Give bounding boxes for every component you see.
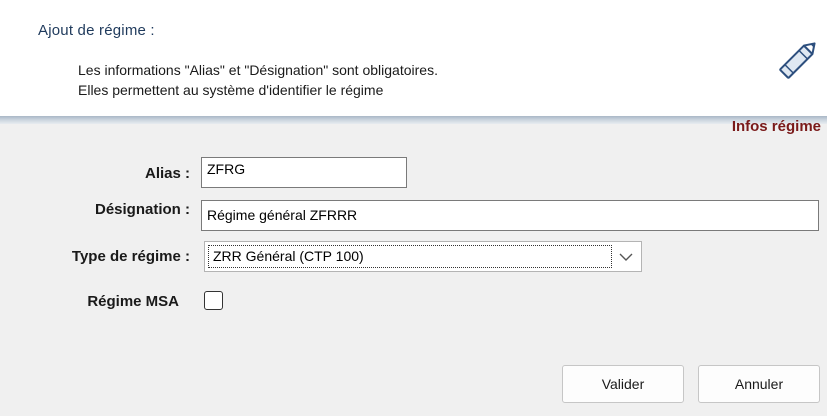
header-info-line-2: Elles permettent au système d'identifier… (78, 82, 384, 98)
section-label: Infos régime (731, 118, 821, 135)
designation-input[interactable]: Régime général ZFRRR (201, 200, 819, 231)
msa-checkbox[interactable] (204, 291, 223, 310)
validate-button[interactable]: Valider (562, 365, 684, 403)
header-title: Ajout de régime : (38, 22, 155, 39)
header-info-line-1: Les informations "Alias" et "Désignation… (78, 62, 438, 78)
pencil-icon (779, 42, 816, 79)
type-select-value: ZRR Général (CTP 100) (208, 245, 612, 268)
cancel-button[interactable]: Annuler (698, 365, 820, 403)
designation-label: Désignation : (94, 201, 190, 218)
alias-input[interactable]: ZFRG (201, 157, 407, 188)
type-label: Type de régime : (71, 248, 190, 265)
msa-label: Régime MSA (87, 293, 179, 310)
header-divider (0, 116, 827, 124)
header-panel: Ajout de régime : Les informations "Alia… (0, 0, 827, 118)
type-select[interactable]: ZRR Général (CTP 100) (204, 241, 642, 272)
chevron-down-icon (619, 253, 633, 261)
alias-label: Alias : (144, 165, 190, 182)
